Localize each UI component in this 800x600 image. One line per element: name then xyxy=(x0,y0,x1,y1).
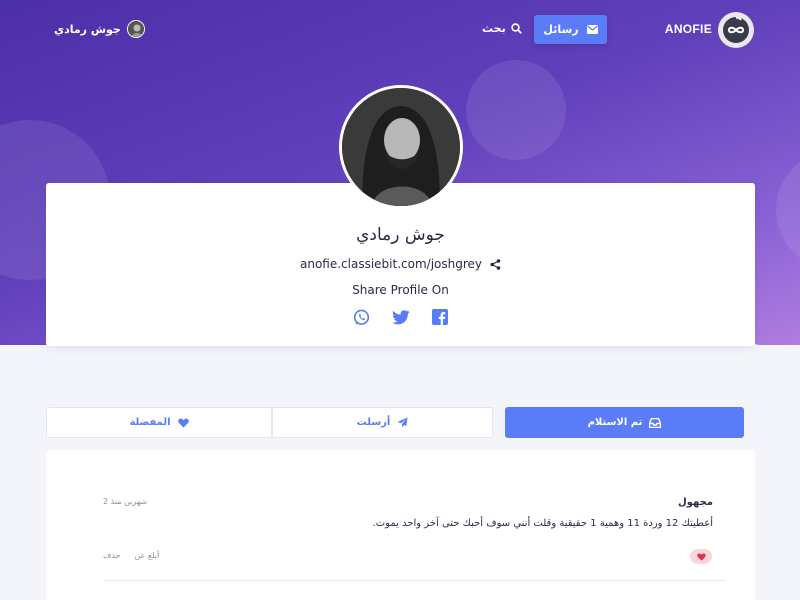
user-menu[interactable]: جوش رمادي xyxy=(54,20,145,38)
delete-link[interactable]: حذف xyxy=(103,551,120,560)
decor-bubble xyxy=(466,60,566,160)
brand-name[interactable]: ANOFIE xyxy=(665,22,712,36)
paper-plane-icon xyxy=(397,417,408,428)
messages-label: رسائل xyxy=(543,23,579,36)
search-icon xyxy=(511,23,522,34)
message-timestamp: 2 شهرين منذ xyxy=(103,497,148,506)
envelope-icon xyxy=(586,25,598,34)
infinity-logo-icon[interactable] xyxy=(718,12,754,48)
messages-panel: مجهول 2 شهرين منذ أعطيتك 12 وردة 11 وهمي… xyxy=(46,450,755,600)
decor-bubble xyxy=(776,150,800,270)
share-title: Share Profile On xyxy=(352,283,449,297)
profile-url-row: anofie.classiebit.com/joshgrey xyxy=(46,257,755,271)
search-button[interactable]: بحث xyxy=(482,22,522,35)
profile-url[interactable]: anofie.classiebit.com/joshgrey xyxy=(300,257,482,271)
message-text: أعطيتك 12 وردة 11 وهمية 1 حقيقية وقلت أن… xyxy=(372,518,713,529)
tab-received-label: تم الاستلام xyxy=(587,417,643,428)
messages-button[interactable]: رسائل xyxy=(534,15,607,44)
user-name: جوش رمادي xyxy=(54,22,121,36)
heart-icon xyxy=(177,418,189,427)
tab-sent-label: أرسلت xyxy=(356,417,391,428)
report-link[interactable]: أبلغ عن xyxy=(134,551,159,560)
tab-sent[interactable]: أرسلت xyxy=(272,407,493,438)
avatar xyxy=(126,20,145,38)
profile-avatar xyxy=(339,85,463,209)
twitter-icon[interactable] xyxy=(391,308,410,326)
profile-name: جوش رمادي xyxy=(356,225,445,245)
tab-favorites[interactable]: المفضلة xyxy=(46,407,272,438)
message-sender: مجهول xyxy=(678,497,713,508)
inbox-icon xyxy=(649,417,662,428)
social-share-row xyxy=(46,308,755,326)
like-button[interactable] xyxy=(690,549,712,564)
tab-favorites-label: المفضلة xyxy=(129,417,171,428)
search-label: بحث xyxy=(482,22,506,35)
facebook-icon[interactable] xyxy=(431,308,449,326)
share-icon[interactable] xyxy=(490,258,501,270)
heart-icon xyxy=(696,552,706,561)
top-navbar: ANOFIE رسائل بحث جوش رمادي xyxy=(0,0,800,60)
message-actions: حذف أبلغ عن xyxy=(103,551,159,560)
tab-received[interactable]: تم الاستلام xyxy=(505,407,744,438)
divider xyxy=(103,580,726,581)
whatsapp-icon[interactable] xyxy=(353,308,371,326)
message-tabs: المفضلة أرسلت تم الاستلام xyxy=(46,407,744,438)
